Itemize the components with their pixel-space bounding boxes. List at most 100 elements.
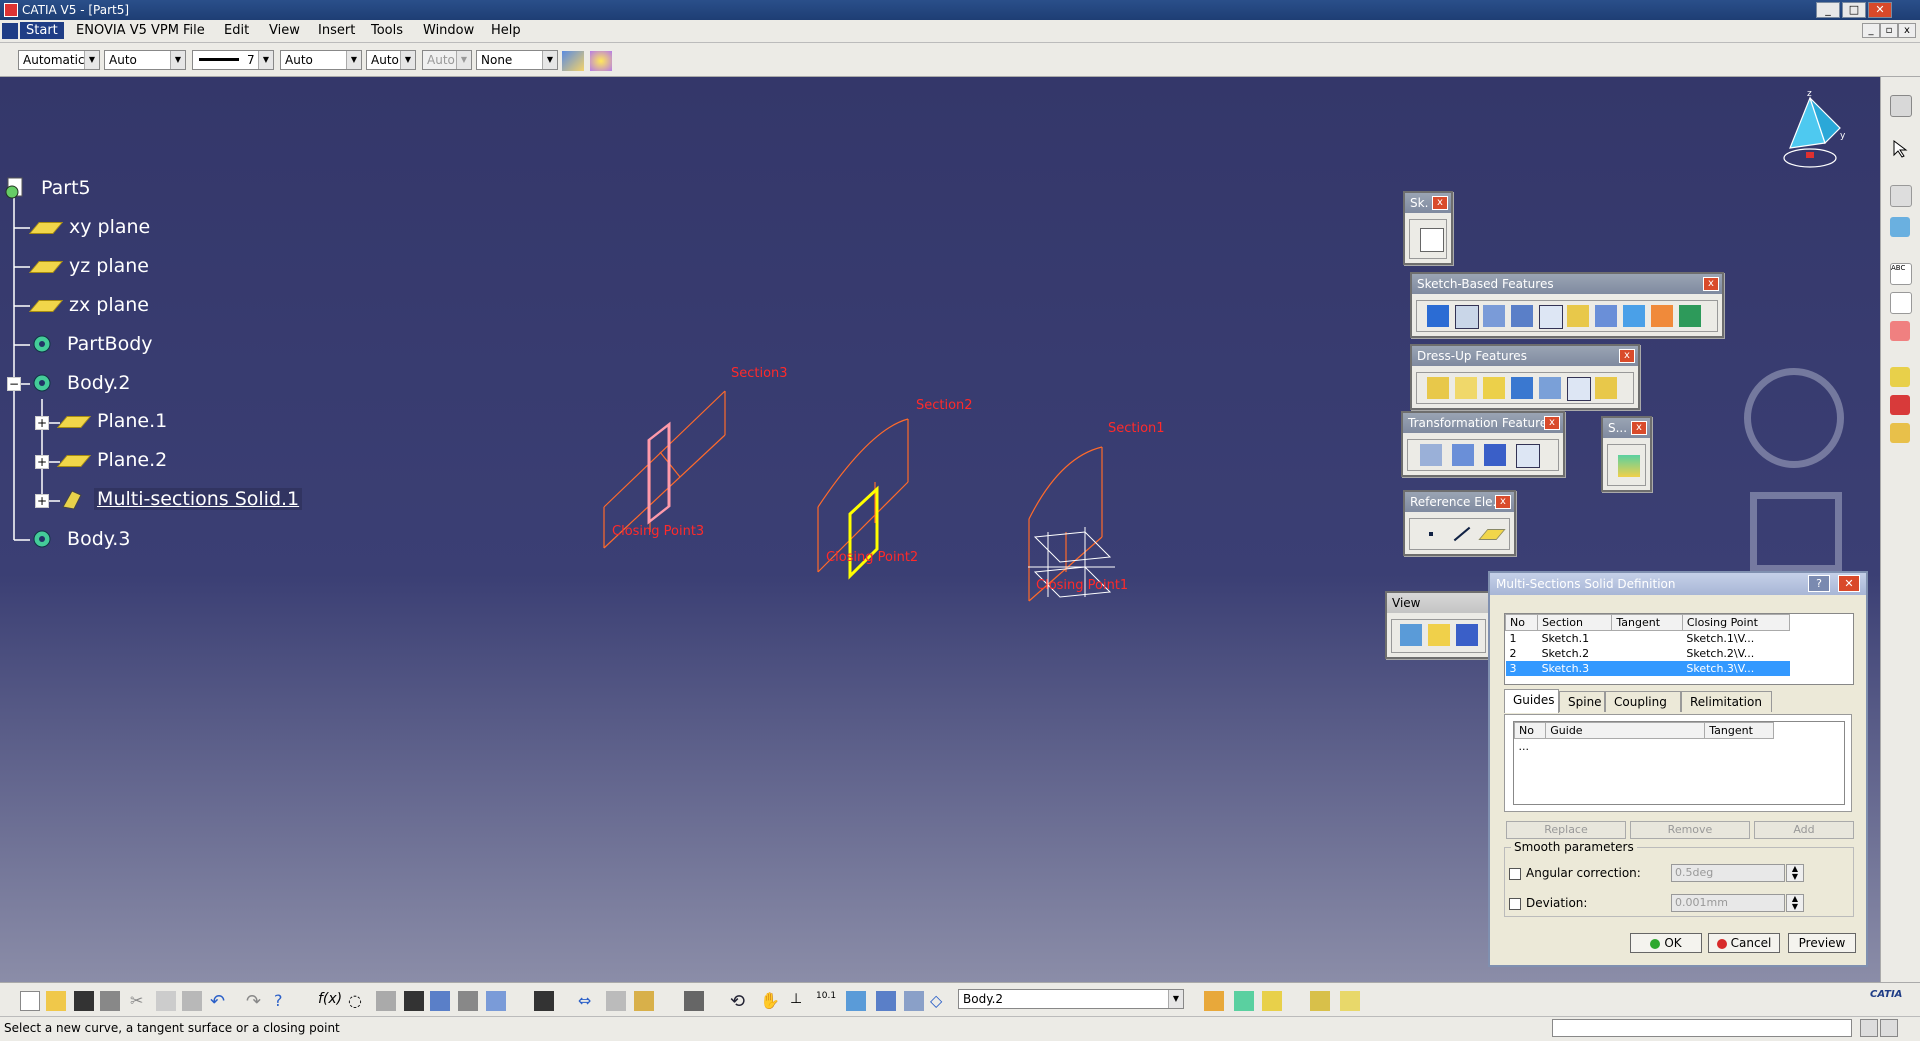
draft-icon[interactable] <box>1483 377 1505 399</box>
color-combo[interactable]: Automatic ▼ <box>18 50 100 70</box>
deviation-checkbox[interactable] <box>1509 898 1521 910</box>
scaling-icon[interactable] <box>1516 444 1540 468</box>
select-cursor-icon[interactable] <box>1890 139 1910 159</box>
sketch3-profile[interactable] <box>647 421 671 525</box>
shell-icon[interactable] <box>1511 377 1533 399</box>
translation-icon[interactable] <box>1420 444 1442 466</box>
shaft-icon[interactable] <box>1483 305 1505 327</box>
stiffener-icon[interactable] <box>1623 305 1645 327</box>
menu-file[interactable]: File <box>183 23 205 38</box>
hide-show-icon[interactable] <box>904 991 924 1011</box>
cut-icon[interactable]: ✂ <box>130 991 150 1011</box>
cancel-button[interactable]: Cancel <box>1708 933 1780 953</box>
menu-start[interactable]: Start <box>20 22 64 39</box>
ok-button[interactable]: OK <box>1630 933 1702 953</box>
catalog-icon[interactable] <box>1890 423 1910 443</box>
paste-icon[interactable] <box>182 991 202 1011</box>
boolean-icon[interactable] <box>1262 991 1282 1011</box>
mdi-minimize-button[interactable]: _ <box>1862 23 1880 38</box>
gear-icon[interactable] <box>1890 95 1912 117</box>
tab-relimitation[interactable]: Relimitation <box>1681 691 1772 712</box>
guides-list[interactable]: No Guide Tangent ... <box>1513 721 1845 805</box>
pan-icon[interactable] <box>1456 624 1478 646</box>
col-no[interactable]: No <box>1504 614 1539 631</box>
sections-list[interactable]: No Section Tangent Closing Point 1 Sketc… <box>1504 613 1854 685</box>
command-input[interactable] <box>1552 1019 1852 1037</box>
plane-tool-icon[interactable] <box>1478 523 1506 545</box>
fly-mode-icon[interactable] <box>1400 624 1422 646</box>
fit-all-icon[interactable] <box>1428 624 1450 646</box>
undo-icon[interactable]: ↶ <box>210 991 230 1012</box>
col-section[interactable]: Section <box>1537 614 1613 631</box>
line-type-combo[interactable]: Auto ▼ <box>280 50 362 70</box>
command-options-button[interactable] <box>1880 1019 1898 1037</box>
tab-guides[interactable]: Guides <box>1504 689 1559 713</box>
parameter-icon[interactable] <box>376 991 396 1011</box>
redo-icon[interactable]: ↷ <box>246 991 266 1012</box>
dialog-close-button[interactable]: ✕ <box>1838 575 1860 592</box>
help-button[interactable]: ? <box>1808 575 1830 592</box>
rotate-icon[interactable]: ⟲ <box>730 991 750 1012</box>
knowledge-icon[interactable] <box>1890 395 1910 415</box>
formula-icon[interactable] <box>1890 367 1910 387</box>
menu-window[interactable]: Window <box>423 23 474 38</box>
hole-icon[interactable] <box>1539 305 1563 329</box>
close-icon[interactable]: x <box>1703 277 1719 291</box>
update-icon[interactable] <box>534 991 554 1011</box>
flag-note-icon[interactable] <box>1890 292 1912 314</box>
remove-face-icon[interactable] <box>1595 377 1617 399</box>
close-icon[interactable]: x <box>1631 421 1647 435</box>
close-icon[interactable]: x <box>1432 196 1448 210</box>
menu-enovia[interactable]: ENOVIA V5 VPM <box>76 23 179 38</box>
angular-correction-checkbox[interactable] <box>1509 868 1521 880</box>
current-body-combo[interactable]: Body.2 ▼ <box>958 989 1184 1009</box>
point-type-combo[interactable]: Auto ▼ <box>366 50 416 70</box>
minimize-button[interactable]: _ <box>1816 2 1840 18</box>
close-icon[interactable]: x <box>1495 495 1511 509</box>
slot-icon[interactable] <box>1595 305 1617 327</box>
menu-tools[interactable]: Tools <box>371 23 403 38</box>
apply-material-icon[interactable] <box>1310 991 1330 1011</box>
measure-icon[interactable] <box>1890 321 1910 341</box>
mdi-close-button[interactable]: x <box>1898 23 1916 38</box>
compass-icon[interactable]: z y <box>1770 88 1850 178</box>
groove-icon[interactable] <box>1511 305 1533 327</box>
preview-button[interactable]: Preview <box>1788 933 1856 953</box>
catia-app-icon[interactable] <box>4 3 18 17</box>
close-icon[interactable]: x <box>1544 416 1560 430</box>
work-on-support-icon[interactable] <box>1890 217 1910 237</box>
table-icon[interactable] <box>404 991 424 1011</box>
knowledge-tool-icon[interactable] <box>430 991 450 1011</box>
render-style-icon[interactable] <box>876 991 896 1011</box>
whats-this-icon[interactable]: ? <box>274 991 294 1011</box>
line-weight-combo[interactable]: 7 ▼ <box>192 50 274 70</box>
split-icon[interactable] <box>1618 455 1640 477</box>
check-icon[interactable] <box>486 991 506 1011</box>
multi-sections-solid-icon[interactable] <box>1651 305 1673 327</box>
menu-help[interactable]: Help <box>491 23 521 38</box>
close-icon[interactable]: x <box>1619 349 1635 363</box>
formula-fx-icon[interactable]: f(x) <box>318 991 342 1011</box>
section-row-selected[interactable]: 3 Sketch.3 Sketch.3\V... <box>1505 661 1790 676</box>
sketch-icon[interactable] <box>1420 228 1444 252</box>
col-tangent[interactable]: Tangent <box>1611 614 1683 631</box>
quick-view-icon[interactable] <box>846 991 866 1011</box>
constraint-icon[interactable] <box>1340 991 1360 1011</box>
menu-view[interactable]: View <box>269 23 300 38</box>
guide-placeholder-row[interactable]: ... <box>1515 739 1546 755</box>
tab-coupling[interactable]: Coupling <box>1605 691 1681 712</box>
zoom-icon[interactable]: 10.1 <box>816 991 836 1011</box>
close-button[interactable]: ✕ <box>1868 2 1892 18</box>
section-row[interactable]: 2 Sketch.2 Sketch.2\V... <box>1506 646 1790 661</box>
guide-col-tangent[interactable]: Tangent <box>1704 722 1774 739</box>
transparency-combo[interactable]: Auto ▼ <box>104 50 186 70</box>
maximize-button[interactable]: □ <box>1842 2 1866 18</box>
axis-system-icon[interactable]: ⇔ <box>578 991 598 1011</box>
copy-icon[interactable] <box>156 991 176 1011</box>
line-icon[interactable] <box>1450 523 1472 545</box>
menu-insert[interactable]: Insert <box>318 23 355 38</box>
instantiate-icon[interactable] <box>606 991 626 1011</box>
col-closing-point[interactable]: Closing Point <box>1681 614 1791 631</box>
print-icon[interactable] <box>100 991 120 1011</box>
removed-multi-sections-icon[interactable] <box>1679 305 1701 327</box>
